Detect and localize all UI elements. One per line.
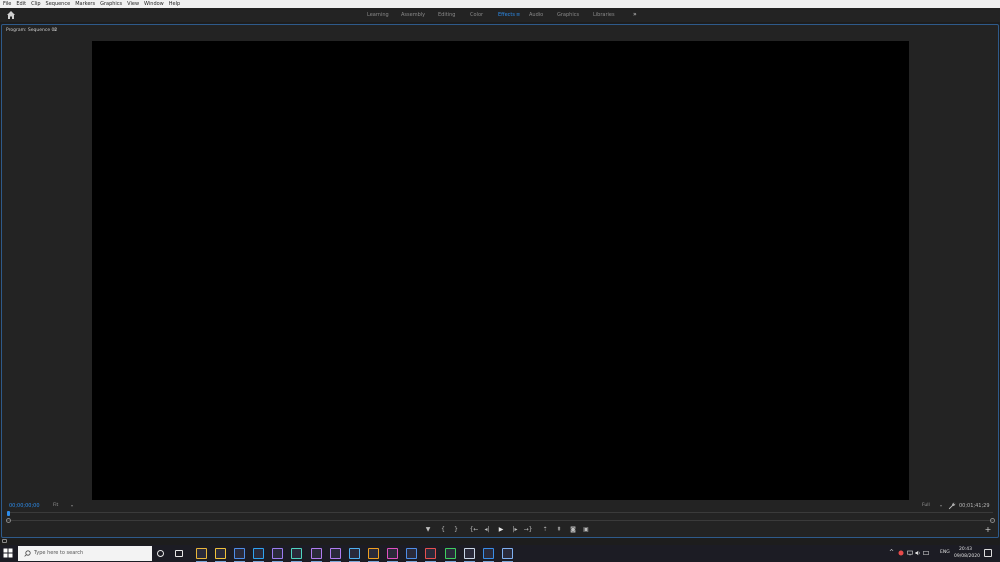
transport-controls: ▼ { } {← ◂| ▶ |▸ →} ⇡ ⇞ ◙ ▣	[2, 525, 998, 535]
step-back-button[interactable]: ◂|	[482, 525, 492, 535]
menu-graphics[interactable]: Graphics	[100, 0, 122, 8]
menu-view[interactable]: View	[127, 0, 139, 8]
menu-window[interactable]: Window	[144, 0, 164, 8]
app-blue-round-icon[interactable]	[502, 548, 513, 559]
status-panel-icon[interactable]	[2, 539, 7, 543]
keyboard-icon[interactable]	[923, 550, 929, 556]
windows-taskbar: Type here to search ^ ENG 20:43 09/08/20…	[0, 545, 1000, 562]
extract-button[interactable]: ⇞	[554, 525, 564, 535]
program-monitor-tab[interactable]: Program: Sequence 02	[6, 27, 57, 34]
tab-color[interactable]: Color	[470, 8, 483, 22]
menu-edit[interactable]: Edit	[16, 0, 26, 8]
go-to-out-button[interactable]: →}	[523, 525, 533, 535]
panel-menu-icon[interactable]: ≡	[53, 28, 57, 33]
scrollbar-left-handle[interactable]	[6, 518, 11, 523]
task-view-icon[interactable]	[175, 550, 183, 557]
program-monitor-panel: Program: Sequence 02 ≡ 00;00;00;00 Fit ▾…	[1, 24, 999, 538]
export-frame-button[interactable]: ◙	[568, 525, 578, 535]
status-strip	[0, 538, 1000, 544]
home-icon[interactable]	[6, 10, 16, 20]
wrench-icon[interactable]	[948, 502, 956, 510]
language-indicator[interactable]: ENG	[940, 550, 950, 556]
go-to-in-button[interactable]: {←	[469, 525, 479, 535]
menu-help[interactable]: Help	[169, 0, 180, 8]
panel-tab-row: Program: Sequence 02 ≡	[2, 25, 998, 37]
tab-libraries[interactable]: Libraries	[593, 8, 615, 22]
volume-icon[interactable]	[915, 550, 921, 556]
illustrator-icon[interactable]	[368, 548, 379, 559]
workspaces-overflow-icon[interactable]: »	[633, 8, 637, 22]
resolution-select-value: Full	[922, 503, 930, 508]
playhead[interactable]	[7, 511, 10, 516]
menu-sequence[interactable]: Sequence	[46, 0, 71, 8]
current-timecode[interactable]: 00;00;00;00	[9, 503, 40, 510]
step-forward-button[interactable]: |▸	[510, 525, 520, 535]
media-encoder-icon[interactable]	[330, 548, 341, 559]
zoom-select[interactable]: Fit ▾	[51, 502, 75, 510]
audition-icon[interactable]	[291, 548, 302, 559]
character-animator-icon[interactable]	[406, 548, 417, 559]
windows-start-icon[interactable]	[3, 548, 13, 558]
tab-learning[interactable]: Learning	[367, 8, 389, 22]
add-marker-button[interactable]: ▼	[423, 525, 433, 535]
workspace-bar: Learning Assembly Editing Color Effects …	[0, 8, 1000, 22]
time-ruler[interactable]	[7, 512, 993, 516]
search-icon	[24, 550, 31, 557]
photoshop-icon[interactable]	[253, 548, 264, 559]
tray-chevron-up-icon[interactable]: ^	[889, 550, 894, 556]
chevron-down-icon: ▾	[70, 503, 73, 508]
resolution-select[interactable]: Full ▾	[920, 502, 944, 510]
xd-icon[interactable]	[387, 548, 398, 559]
cortana-icon[interactable]	[157, 550, 164, 557]
tab-effects-menu-icon[interactable]: ≡	[516, 8, 520, 22]
file-explorer-icon[interactable]	[215, 548, 226, 559]
duration-timecode: 00;01;41;29	[959, 503, 990, 509]
tab-effects[interactable]: Effects	[498, 8, 515, 22]
menu-file[interactable]: File	[3, 0, 11, 8]
menu-markers[interactable]: Markers	[75, 0, 95, 8]
app-red-icon[interactable]	[425, 548, 436, 559]
tab-assembly[interactable]: Assembly	[401, 8, 425, 22]
scrollbar-right-handle[interactable]	[990, 518, 995, 523]
menu-clip[interactable]: Clip	[31, 0, 40, 8]
mark-out-button[interactable]: }	[451, 525, 461, 535]
zoom-select-value: Fit	[53, 503, 59, 508]
chrome-icon[interactable]	[196, 548, 207, 559]
after-effects-icon[interactable]	[272, 548, 283, 559]
premiere-pro-icon[interactable]	[311, 548, 322, 559]
zoom-scrollbar[interactable]	[7, 520, 993, 521]
taskbar-search-box[interactable]: Type here to search	[18, 546, 152, 561]
mark-in-button[interactable]: {	[438, 525, 448, 535]
tab-audio[interactable]: Audio	[529, 8, 543, 22]
tray-app-icon[interactable]	[898, 550, 904, 556]
menu-bar: File Edit Clip Sequence Markers Graphics…	[0, 0, 1000, 8]
spotify-icon[interactable]	[445, 548, 456, 559]
notification-icon[interactable]	[984, 549, 992, 557]
video-frame[interactable]	[92, 41, 909, 500]
lift-button[interactable]: ⇡	[540, 525, 550, 535]
steam-icon[interactable]	[464, 548, 475, 559]
tab-graphics[interactable]: Graphics	[557, 8, 579, 22]
chevron-down-icon: ▾	[939, 503, 942, 508]
search-placeholder: Type here to search	[34, 550, 84, 556]
outlook-icon[interactable]	[483, 548, 494, 559]
clock-date[interactable]: 09/08/2020	[954, 554, 980, 560]
network-icon[interactable]	[907, 550, 913, 556]
play-button[interactable]: ▶	[496, 525, 506, 535]
premiere-window: File Edit Clip Sequence Markers Graphics…	[0, 0, 1000, 562]
tab-editing[interactable]: Editing	[438, 8, 455, 22]
edge-like-browser-icon[interactable]	[234, 548, 245, 559]
button-editor-add-button[interactable]: +	[984, 526, 992, 534]
lightroom-icon[interactable]	[349, 548, 360, 559]
comparison-view-button[interactable]: ▣	[581, 525, 591, 535]
clock-time[interactable]: 20:43	[959, 547, 972, 553]
